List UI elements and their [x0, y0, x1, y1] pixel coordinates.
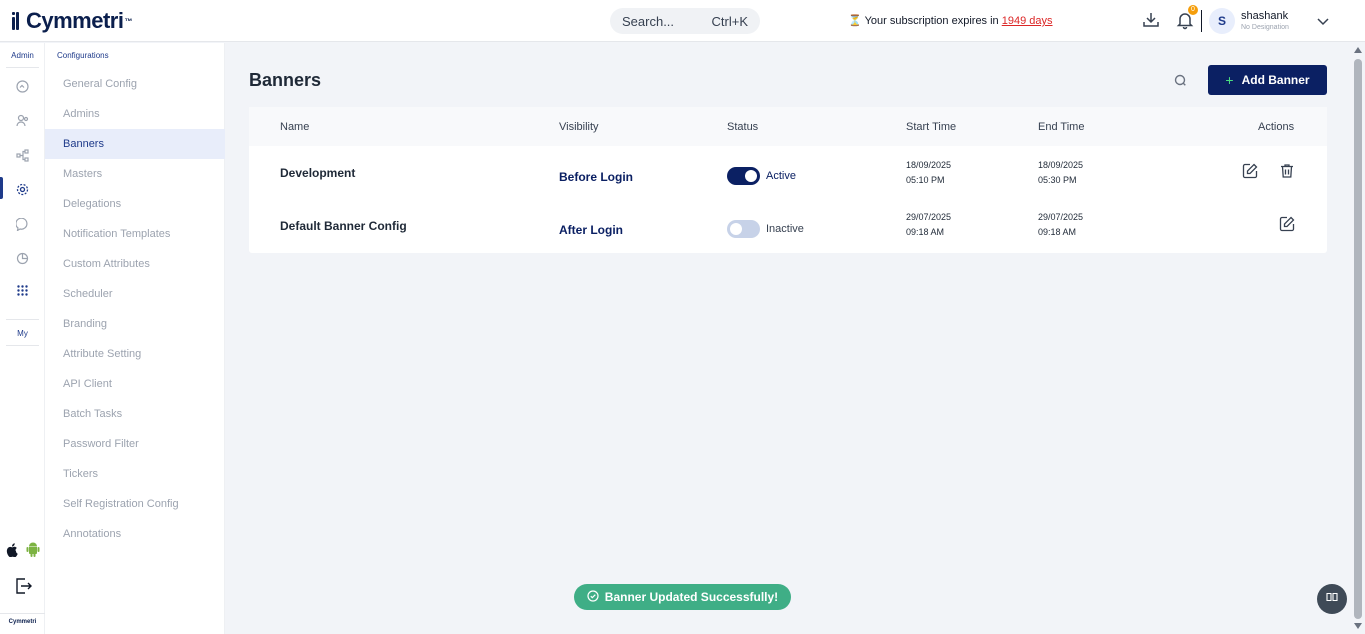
report-icon[interactable] [16, 252, 29, 265]
rail-divider [6, 67, 39, 68]
banner-visibility: After Login [559, 223, 623, 237]
toast-message: Banner Updated Successfully! [604, 590, 779, 604]
notification-badge: 0 [1188, 5, 1198, 15]
logo-trademark: ™ [124, 16, 132, 26]
table-row: Default Banner Config After Login Inacti… [249, 199, 1327, 252]
sidebar-item-masters[interactable]: Masters [45, 159, 225, 189]
rail-divider [6, 319, 39, 320]
sidebar-item-attribute-setting[interactable]: Attribute Setting [45, 339, 225, 369]
sidebar-item-api-client[interactable]: API Client [45, 369, 225, 399]
end-time: 09:18 AM [1038, 227, 1077, 237]
subscription-text: Your subscription expires in [864, 15, 999, 27]
users-icon[interactable] [16, 114, 29, 127]
hourglass-icon: ⏳ [848, 15, 862, 27]
sidebar-item-custom-attributes[interactable]: Custom Attributes [45, 249, 225, 279]
table-row: Development Before Login Active 18/09/20… [249, 146, 1327, 199]
page-scrollbar[interactable] [1352, 43, 1365, 634]
rail-divider [6, 345, 39, 346]
banner-visibility: Before Login [559, 170, 633, 184]
search-icon[interactable] [1172, 72, 1188, 88]
start-time: 09:18 AM [906, 227, 945, 237]
download-icon[interactable] [1141, 10, 1161, 30]
add-banner-button[interactable]: + Add Banner [1208, 65, 1327, 95]
sidebar-item-general-config[interactable]: General Config [45, 69, 225, 99]
search-shortcut: Ctrl+K [711, 13, 748, 29]
sidebar-item-admins[interactable]: Admins [45, 99, 225, 129]
edit-icon[interactable] [1278, 215, 1296, 233]
header-divider [1201, 10, 1202, 32]
search-placeholder: Search... [622, 13, 675, 29]
apps-grid-icon[interactable] [16, 284, 29, 297]
logout-icon[interactable] [14, 577, 32, 595]
banner-name: Development [280, 166, 356, 180]
rail-active-indicator [0, 177, 3, 199]
hierarchy-icon[interactable] [16, 149, 29, 162]
avatar[interactable]: S [1209, 8, 1235, 34]
top-bar: Cymmetri ™ Search... Ctrl+K ⏳ Your subscr… [0, 0, 1365, 42]
end-date: 18/09/2025 [1038, 160, 1084, 170]
scroll-up-icon[interactable] [1354, 47, 1362, 53]
icon-rail: Admin My Cymmetri [0, 43, 45, 634]
logo-mark-icon [10, 11, 24, 31]
column-header-start-time: Start Time [906, 121, 957, 133]
sidebar-item-banners[interactable]: Banners [45, 129, 225, 159]
rail-my-label[interactable]: My [0, 329, 45, 338]
configurations-heading: Configurations [57, 51, 109, 60]
banner-name: Default Banner Config [280, 219, 407, 233]
rail-admin-label[interactable]: Admin [0, 51, 45, 60]
table-header: Name Visibility Status Start Time End Ti… [249, 107, 1327, 146]
add-banner-label: Add Banner [1241, 73, 1310, 87]
user-designation: No Designation [1241, 24, 1289, 31]
settings-icon[interactable] [16, 183, 29, 196]
start-date: 18/09/2025 [906, 160, 952, 170]
column-header-visibility: Visibility [559, 121, 599, 133]
global-search[interactable]: Search... Ctrl+K [610, 8, 760, 34]
sidebar-item-password-filter[interactable]: Password Filter [45, 429, 225, 459]
scroll-down-icon[interactable] [1354, 623, 1362, 629]
user-name[interactable]: shashank [1241, 10, 1288, 22]
footer-logo: Cymmetri [0, 613, 45, 634]
apple-icon[interactable] [6, 543, 18, 558]
status-toggle[interactable] [727, 167, 760, 185]
page-title: Banners [249, 70, 322, 90]
column-header-actions: Actions [1258, 121, 1295, 133]
column-header-end-time: End Time [1038, 121, 1085, 133]
book-icon [1326, 590, 1338, 608]
start-date: 29/07/2025 [906, 212, 952, 222]
status-label: Inactive [766, 223, 804, 235]
help-fab[interactable] [1317, 584, 1347, 614]
chevron-down-icon[interactable] [1316, 14, 1330, 28]
plus-icon: + [1225, 72, 1234, 88]
start-time: 05:10 PM [906, 175, 945, 185]
delete-icon[interactable] [1278, 162, 1296, 180]
scrollbar-thumb[interactable] [1354, 59, 1362, 619]
sidebar-item-branding[interactable]: Branding [45, 309, 225, 339]
subscription-notice: ⏳ Your subscription expires in 1949 days [848, 14, 1053, 27]
success-toast: Banner Updated Successfully! [574, 584, 791, 610]
chat-icon[interactable] [15, 217, 29, 232]
end-date: 29/07/2025 [1038, 212, 1084, 222]
subscription-days-link[interactable]: 1949 days [1002, 15, 1053, 27]
column-header-name: Name [280, 121, 310, 133]
configurations-sidebar: Configurations General Config Admins Ban… [45, 43, 225, 634]
sidebar-item-batch-tasks[interactable]: Batch Tasks [45, 399, 225, 429]
status-toggle[interactable] [727, 220, 760, 238]
dashboard-icon[interactable] [16, 80, 29, 93]
banners-table: Name Visibility Status Start Time End Ti… [249, 107, 1327, 253]
column-header-status: Status [727, 121, 759, 133]
sidebar-item-self-registration-config[interactable]: Self Registration Config [45, 489, 225, 519]
status-label: Active [766, 170, 796, 182]
android-icon[interactable] [26, 542, 40, 557]
check-circle-icon [587, 589, 599, 605]
sidebar-item-tickers[interactable]: Tickers [45, 459, 225, 489]
cymmetri-logo[interactable]: Cymmetri ™ [10, 8, 132, 34]
sidebar-item-scheduler[interactable]: Scheduler [45, 279, 225, 309]
edit-icon[interactable] [1241, 162, 1259, 180]
end-time: 05:30 PM [1038, 175, 1077, 185]
logo-text: Cymmetri [26, 8, 124, 33]
sidebar-item-delegations[interactable]: Delegations [45, 189, 225, 219]
sidebar-item-annotations[interactable]: Annotations [45, 519, 225, 549]
sidebar-item-notification-templates[interactable]: Notification Templates [45, 219, 225, 249]
